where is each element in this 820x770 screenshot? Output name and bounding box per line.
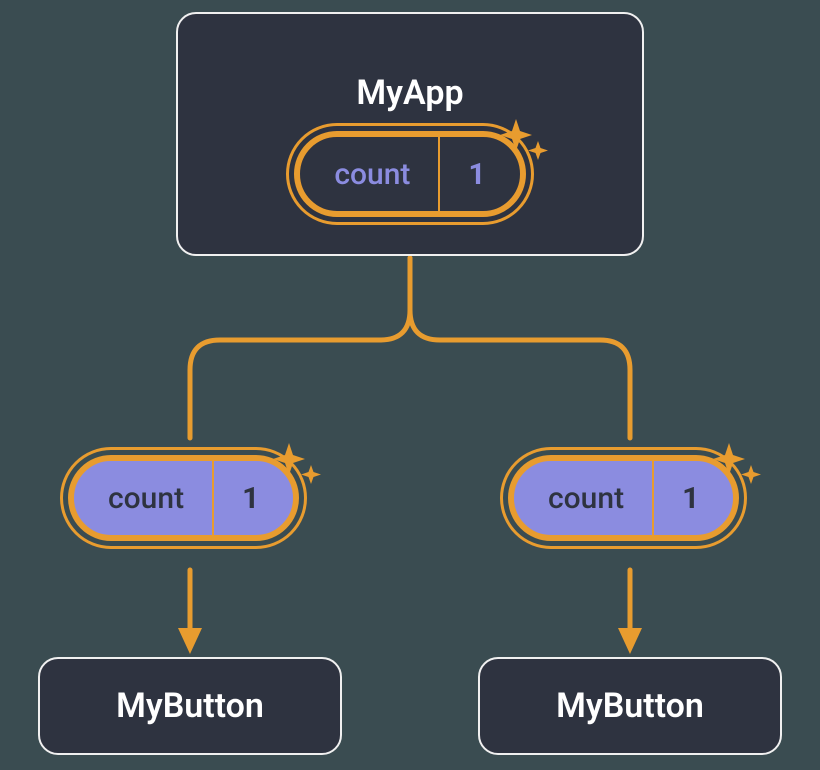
child-prop-pill-left: count 1 <box>68 455 299 541</box>
parent-state-value: 1 <box>438 137 519 211</box>
parent-state-label: count <box>300 137 438 211</box>
child-title: MyButton <box>556 686 704 726</box>
child-node-left: MyButton <box>38 657 342 755</box>
parent-node: MyApp count 1 <box>176 12 644 256</box>
child-prop-label: count <box>514 461 652 535</box>
child-title: MyButton <box>116 686 264 726</box>
child-prop-pill-right: count 1 <box>508 455 739 541</box>
child-prop-value: 1 <box>212 461 293 535</box>
diagram-canvas: MyApp count 1 count 1 <box>0 0 820 770</box>
parent-state-pill: count 1 <box>294 131 525 217</box>
child-prop-label: count <box>74 461 212 535</box>
child-node-right: MyButton <box>478 657 782 755</box>
parent-title: MyApp <box>356 73 463 113</box>
child-prop-value: 1 <box>652 461 733 535</box>
